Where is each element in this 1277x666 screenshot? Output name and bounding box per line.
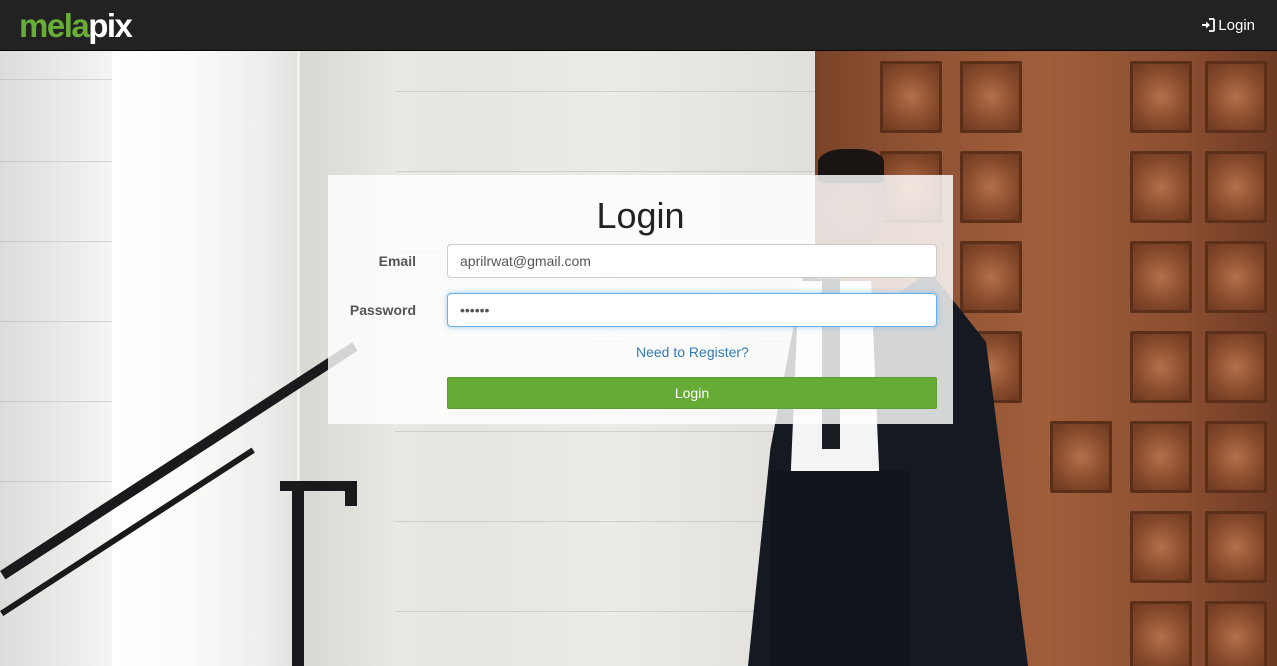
password-label: Password: [349, 302, 416, 318]
brand-logo-part2: pix: [88, 6, 133, 44]
email-label: Email: [378, 253, 416, 269]
brand-logo-part1: mela: [19, 6, 90, 44]
register-link[interactable]: Need to Register?: [636, 344, 749, 360]
login-button[interactable]: Login: [447, 377, 937, 409]
email-field[interactable]: [447, 244, 937, 278]
sign-in-icon: [1201, 18, 1216, 32]
nav-login-link[interactable]: Login: [1201, 17, 1255, 34]
nav-login-label: Login: [1218, 16, 1255, 34]
login-panel: Login Email Password Need to Register? L…: [328, 175, 953, 424]
brand-logo[interactable]: melapix: [19, 6, 133, 44]
top-navbar: melapix Login: [0, 0, 1277, 51]
marble-column: [112, 51, 297, 666]
person-pants: [770, 471, 910, 666]
password-field[interactable]: [447, 293, 937, 327]
login-title: Login: [596, 195, 685, 236]
